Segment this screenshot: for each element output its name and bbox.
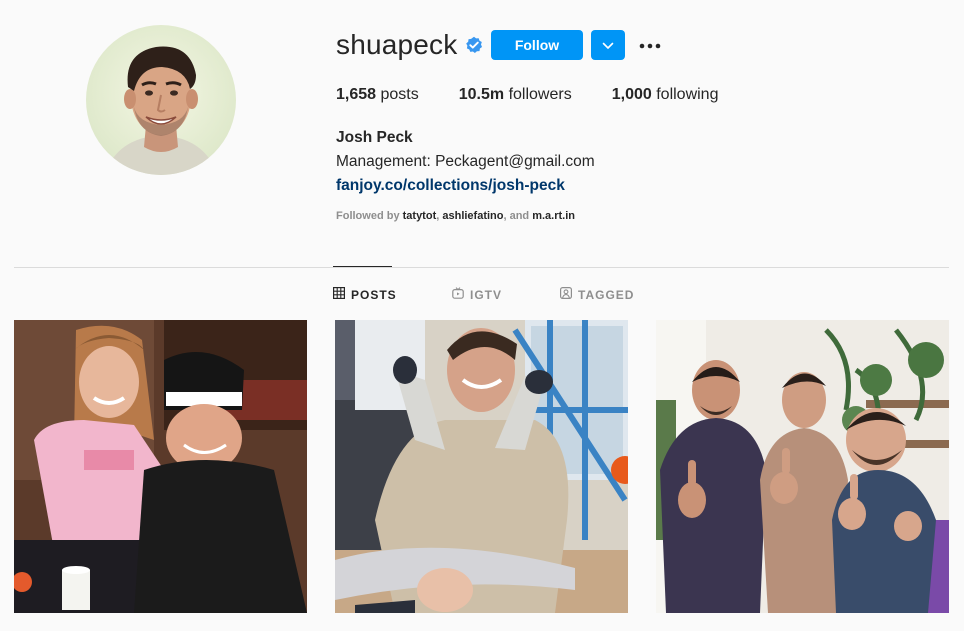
profile-bio: Josh Peck Management: Peckagent@gmail.co…: [336, 126, 595, 198]
tab-tagged-label: TAGGED: [578, 287, 635, 302]
followers-label: followers: [508, 86, 572, 103]
following-count: 1,000: [611, 86, 652, 103]
tab-igtv[interactable]: IGTV: [452, 287, 502, 302]
tab-igtv-label: IGTV: [470, 287, 503, 302]
followed-by-separator: , and: [503, 210, 530, 222]
bio-text: Management: Peckagent@gmail.com: [336, 153, 595, 170]
profile-avatar[interactable]: [86, 25, 236, 175]
tab-posts-label: POSTS: [351, 287, 397, 302]
verified-badge-icon: [465, 36, 483, 54]
profile-page: shuapeck Follow 1,658 posts 10.5m follow…: [0, 0, 964, 631]
posts-stat: 1,658 posts: [336, 86, 419, 104]
ellipsis-icon: [639, 36, 661, 54]
igtv-icon: [452, 287, 470, 302]
grid-icon: [333, 287, 351, 302]
tab-posts[interactable]: POSTS: [333, 287, 397, 302]
follow-button[interactable]: Follow: [491, 30, 583, 60]
followed-by-separator: ,: [436, 210, 440, 222]
username-row: shuapeck: [336, 28, 483, 62]
followed-by[interactable]: Followed by tatytot, ashliefatino, and m…: [336, 210, 575, 222]
photo-man-holding-child-icon: [335, 320, 628, 613]
followers-count: 10.5m: [458, 86, 505, 103]
photo-three-men-thumbs-up-icon: [656, 320, 949, 613]
photo-kids-beanie-icon: [14, 320, 307, 613]
username: shuapeck: [336, 29, 458, 60]
post-thumbnail[interactable]: [656, 320, 949, 613]
posts-label: posts: [380, 86, 419, 103]
posts-count: 1,658: [336, 86, 377, 103]
followed-by-prefix: Followed by: [336, 210, 400, 222]
bio-link[interactable]: fanjoy.co/collections/josh-peck: [336, 174, 595, 198]
full-name: Josh Peck: [336, 129, 413, 146]
followers-stat[interactable]: 10.5m followers: [459, 86, 572, 104]
profile-stats: 1,658 posts 10.5m followers 1,000 follow…: [336, 86, 758, 104]
followed-by-user: tatytot: [402, 210, 437, 222]
post-thumbnail[interactable]: [14, 320, 307, 613]
post-thumbnail[interactable]: [335, 320, 628, 613]
followed-by-user: m.a.rt.in: [532, 210, 576, 222]
following-stat[interactable]: 1,000 following: [612, 86, 719, 104]
active-tab-indicator: [333, 266, 392, 267]
tagged-icon: [560, 287, 578, 302]
more-options-button[interactable]: [636, 34, 664, 56]
suggested-dropdown-button[interactable]: [591, 30, 625, 60]
followed-by-user: ashliefatino: [442, 210, 504, 222]
tabs-divider: [14, 267, 949, 268]
chevron-down-icon: [602, 38, 614, 53]
tab-tagged[interactable]: TAGGED: [560, 287, 634, 302]
following-label: following: [656, 86, 719, 103]
